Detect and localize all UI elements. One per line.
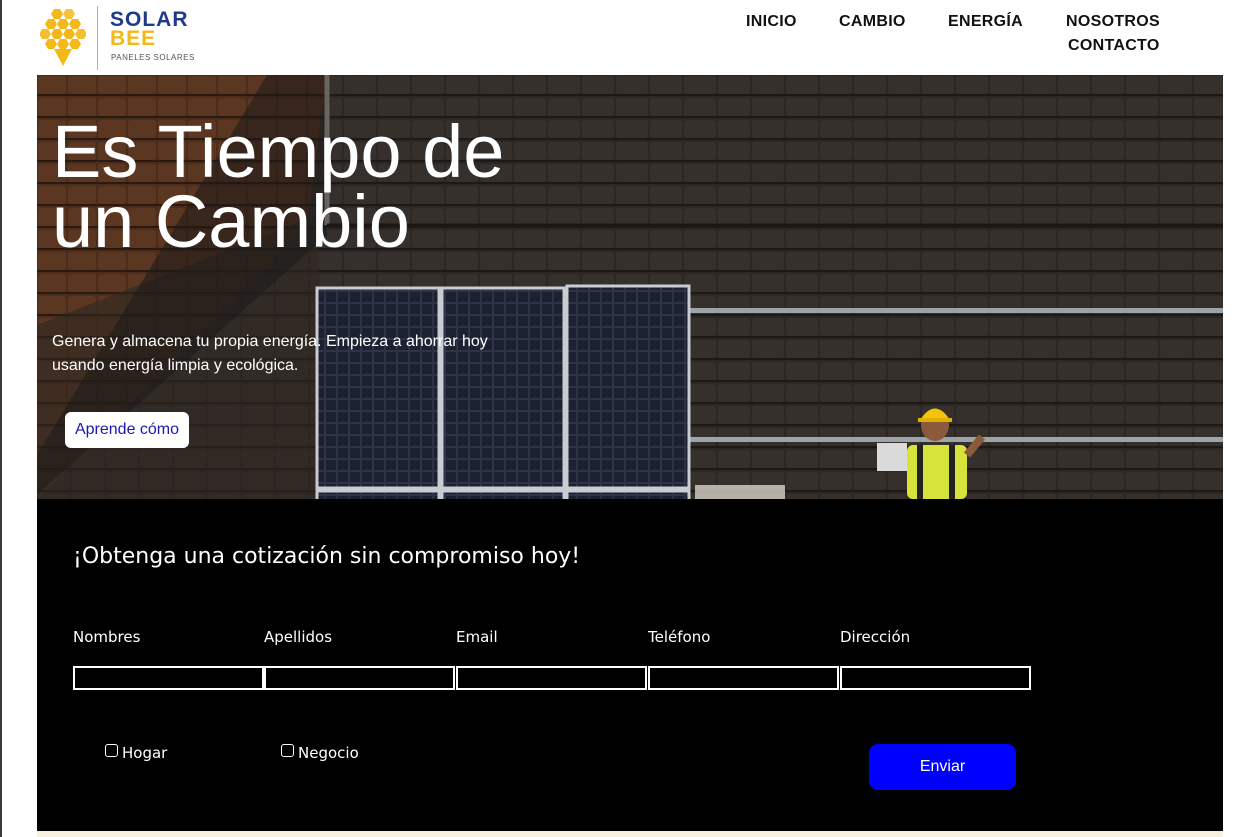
apellidos-input[interactable] xyxy=(264,666,455,690)
negocio-checkbox[interactable] xyxy=(281,743,294,757)
logo-divider xyxy=(97,6,98,70)
hero-banner: Es Tiempo de un Cambio Genera y almacena… xyxy=(37,75,1223,499)
label-direccion: Dirección xyxy=(840,628,911,646)
nav-nosotros[interactable]: NOSOTROS xyxy=(1066,13,1160,31)
nav-energia[interactable]: ENERGÍA xyxy=(948,13,1023,31)
quote-form-section: ¡Obtenga una cotización sin compromiso h… xyxy=(37,499,1223,831)
quote-form-title: ¡Obtenga una cotización sin compromiso h… xyxy=(73,544,581,569)
honeycomb-logo-icon xyxy=(40,9,86,66)
hogar-checkbox[interactable] xyxy=(105,743,118,757)
brand-logo[interactable]: SOLAR BEE PANELES SOLARES xyxy=(40,6,200,72)
window-edge xyxy=(0,0,2,837)
negocio-option[interactable]: Negocio xyxy=(281,743,359,762)
label-email: Email xyxy=(456,628,498,646)
direccion-input[interactable] xyxy=(840,666,1031,690)
nav-contacto[interactable]: CONTACTO xyxy=(1068,37,1160,55)
nombres-input[interactable] xyxy=(73,666,264,690)
label-telefono: Teléfono xyxy=(648,628,711,646)
label-nombres: Nombres xyxy=(73,628,141,646)
nav-cambio[interactable]: CAMBIO xyxy=(839,13,906,31)
brand-tagline: PANELES SOLARES xyxy=(111,53,195,62)
hero-subtitle: Genera y almacena tu propia energía. Emp… xyxy=(52,333,488,374)
email-input[interactable] xyxy=(456,666,647,690)
negocio-label: Negocio xyxy=(298,744,359,762)
learn-how-button[interactable]: Aprende cómo xyxy=(65,412,189,448)
site-header: SOLAR BEE PANELES SOLARES INICIO CAMBIO … xyxy=(2,0,1247,75)
label-apellidos: Apellidos xyxy=(264,628,333,646)
hogar-label: Hogar xyxy=(122,744,168,762)
hero-title: Es Tiempo de un Cambio xyxy=(52,110,505,263)
telefono-input[interactable] xyxy=(648,666,839,690)
nav-inicio[interactable]: INICIO xyxy=(746,13,797,31)
brand-name-bee: BEE xyxy=(110,27,157,50)
hogar-option[interactable]: Hogar xyxy=(105,743,168,762)
submit-button[interactable]: Enviar xyxy=(869,744,1016,790)
footer-edge xyxy=(37,831,1223,837)
